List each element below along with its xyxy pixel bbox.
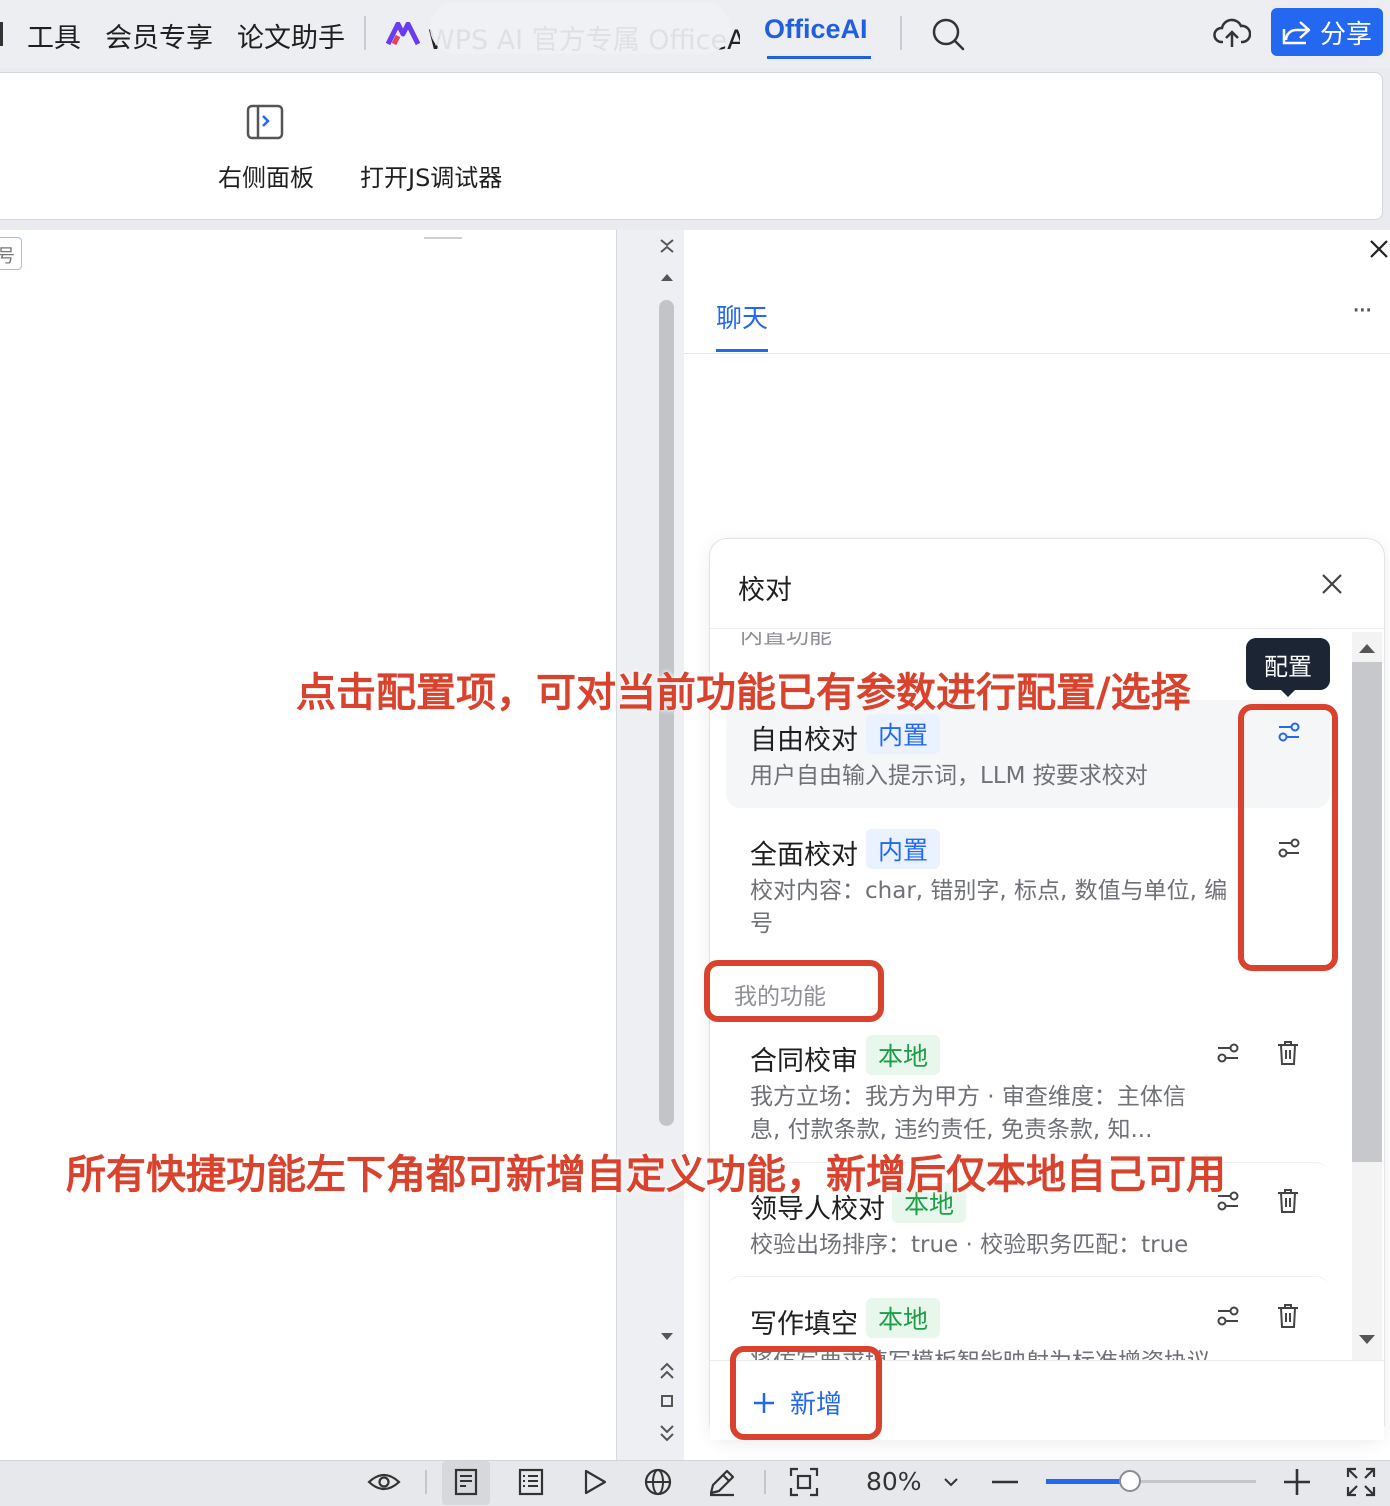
document-margin-mark [424, 237, 462, 239]
popup-scrollbar-thumb[interactable] [1352, 662, 1382, 1162]
popup-title: 校对 [738, 575, 792, 606]
right-panel-icon[interactable] [246, 104, 284, 140]
annotation-bottom-text: 所有快捷功能左下角都可新增自定义功能，新增后仅本地自己可用 [66, 1152, 1226, 1198]
delete-icon[interactable] [1277, 1303, 1299, 1329]
annotation-box-config [1238, 704, 1338, 971]
share-button[interactable]: 分享 [1271, 8, 1383, 56]
document-side-tab[interactable]: 号 [0, 237, 22, 270]
popup-scroll-up-icon[interactable] [1358, 642, 1376, 654]
section-builtin-clip: 内置功能 [740, 632, 860, 646]
status-divider [764, 1470, 766, 1494]
item-description: 用户自由输入提示词，LLM 按要求校对 [750, 763, 1148, 789]
zoom-in-icon[interactable] [1282, 1467, 1312, 1497]
annotation-box-my-features [704, 960, 884, 1022]
share-label: 分享 [1319, 19, 1372, 50]
tab-chat[interactable]: 聊天 [716, 298, 768, 335]
left-edge-marker [0, 22, 3, 46]
cloud-upload-icon[interactable] [1213, 16, 1251, 50]
annotation-top-text: 点击配置项，可对当前功能已有参数进行配置/选择 [296, 670, 1191, 716]
popup-scroll-down-icon[interactable] [1358, 1334, 1376, 1346]
zoom-dropdown-icon[interactable] [942, 1476, 960, 1488]
more-options-icon[interactable]: ··· [1352, 296, 1373, 326]
item-title: 全面校对 [750, 840, 858, 871]
next-page-icon[interactable] [660, 1424, 674, 1442]
outline-view-icon[interactable] [518, 1468, 544, 1496]
badge-builtin: 内置 [866, 829, 941, 869]
badge-local: 本地 [866, 1035, 941, 1075]
prev-page-icon[interactable] [660, 1362, 674, 1380]
search-icon[interactable] [930, 16, 966, 52]
status-bar [0, 1460, 1390, 1506]
config-icon[interactable] [1216, 1041, 1240, 1065]
zoom-slider-fill [1046, 1479, 1130, 1484]
item-title: 合同校审 [750, 1046, 858, 1077]
zoom-out-icon[interactable] [990, 1470, 1020, 1494]
item-description: 校对内容：char, 错别字, 标点, 数值与单位, 编号 [750, 878, 1228, 937]
document-page[interactable] [0, 230, 617, 1460]
eye-icon[interactable] [367, 1470, 401, 1494]
zoom-slider-handle[interactable] [1119, 1470, 1141, 1492]
menu-divider [900, 16, 902, 50]
scroll-down-icon[interactable] [660, 1332, 674, 1342]
section-builtin-label: 内置功能 [740, 632, 832, 646]
right-panel-button[interactable]: 右侧面板 [218, 158, 314, 193]
status-divider [425, 1470, 427, 1494]
tooltip-arrow [1279, 688, 1297, 697]
chat-header [684, 274, 1390, 354]
item-title: 自由校对 [750, 725, 858, 756]
delete-icon[interactable] [1277, 1040, 1299, 1066]
zoom-level[interactable]: 80% [866, 1467, 922, 1496]
badge-builtin: 内置 [866, 714, 941, 754]
close-panel-icon[interactable] [1368, 238, 1390, 260]
split-view-icon[interactable] [658, 238, 676, 254]
page-view-icon[interactable] [454, 1468, 478, 1496]
annotation-box-add [730, 1346, 882, 1440]
globe-icon[interactable] [643, 1467, 673, 1497]
menu-member[interactable]: 会员专享 [105, 16, 213, 55]
badge-local: 本地 [866, 1298, 941, 1338]
tab-officeai[interactable]: OfficeAI [764, 14, 868, 45]
share-icon [1282, 21, 1311, 45]
fullscreen-icon[interactable] [1346, 1467, 1376, 1497]
tab-chat-underline [716, 349, 768, 352]
item-title: 写作填空 [750, 1309, 858, 1340]
fit-page-icon[interactable] [789, 1467, 819, 1497]
play-icon[interactable] [582, 1468, 608, 1496]
tab-officeai-underline [767, 56, 871, 59]
delete-icon[interactable] [1277, 1188, 1299, 1214]
scroll-up-icon[interactable] [660, 272, 674, 282]
popup-divider [710, 628, 1384, 629]
menu-paper-assistant[interactable]: 论文助手 [237, 16, 345, 55]
js-debugger-button[interactable]: 打开JS调试器 [360, 158, 502, 193]
close-popup-icon[interactable] [1320, 572, 1344, 596]
config-icon[interactable] [1216, 1304, 1240, 1328]
ribbon-toolbar [0, 72, 1383, 220]
config-tooltip: 配置 [1246, 638, 1330, 690]
item-description: 校验出场排序：true · 校验职务匹配：true [750, 1232, 1189, 1258]
pen-icon[interactable] [707, 1467, 737, 1497]
item-description: 我方立场：我方为甲方 · 审查维度：主体信息, 付款条款, 违约责任, 免责条款… [750, 1084, 1186, 1143]
menu-divider [364, 16, 366, 50]
menu-tools[interactable]: 工具 [27, 16, 81, 55]
blur-overlay [430, 2, 730, 54]
page-select-icon[interactable] [660, 1394, 674, 1408]
